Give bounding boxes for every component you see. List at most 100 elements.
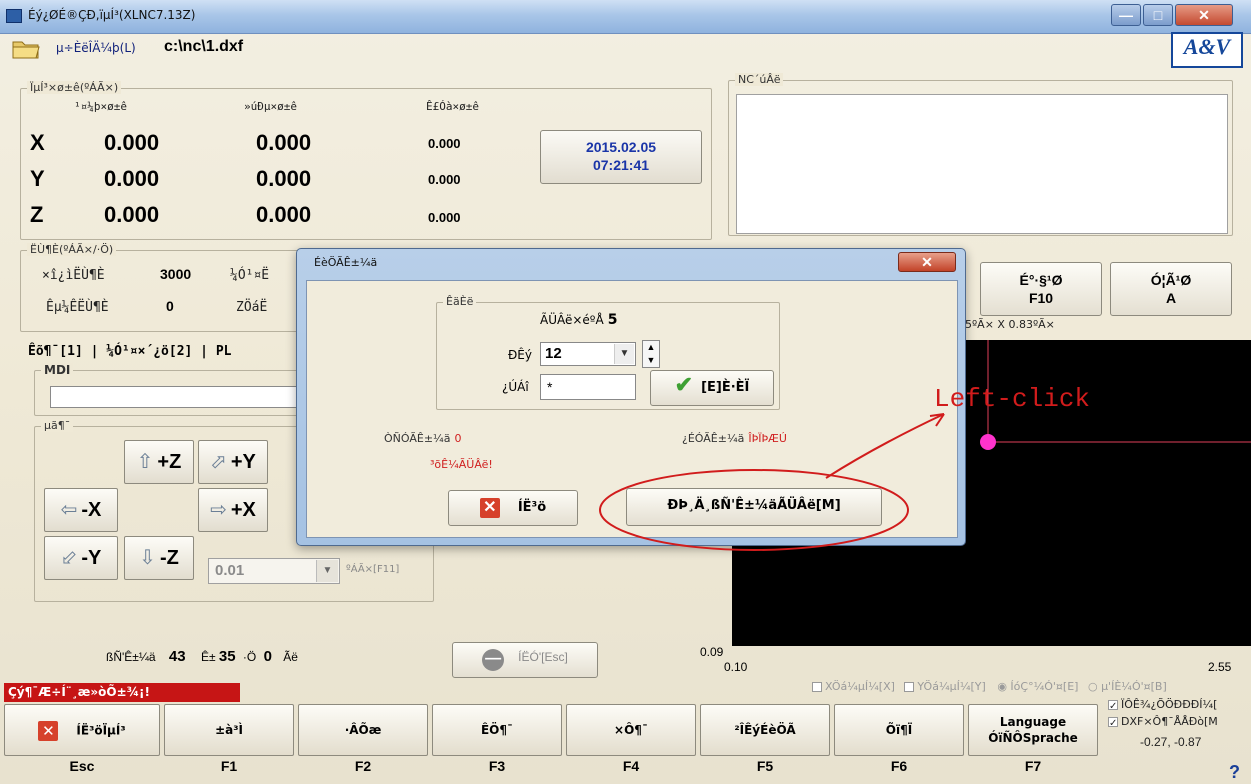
scale-readout: 45ºÃ× X 0.83ºÃ× (958, 318, 1055, 331)
radio-checked-icon[interactable]: ◉ (997, 680, 1007, 693)
open-folder-icon[interactable] (12, 38, 40, 60)
jog-x-plus-button[interactable]: ⇨ +X (198, 488, 268, 532)
coordinates-group-title: ÏµÍ³×ø±ê(ºÁÃ×) (27, 81, 122, 94)
y-remaining-value: 0.000 (428, 172, 461, 187)
arrow-up-icon: ⇧ (136, 451, 154, 473)
jog-step-unit: ºÁÃ×[F11] (346, 564, 400, 575)
dialog-close-button[interactable]: ✕ (898, 252, 956, 272)
jog-x-minus-label: -X (81, 499, 102, 521)
simulate-button[interactable]: ·ÂÕæ (298, 704, 428, 756)
back-button[interactable]: — ÍËÓ'[Esc] (452, 642, 598, 678)
run-time-hours: 43 (168, 648, 186, 665)
jog-y-minus-label: -Y (81, 547, 102, 569)
open-file-button[interactable]: µ÷ÈëÎÄ¼þ(L) (56, 41, 136, 55)
x-work-value: 0.000 (104, 130, 160, 155)
minus-circle-icon: — (482, 649, 505, 671)
axis-label-x: X (30, 130, 45, 155)
work-coord-header: ¹¤¼þ×ø±ê (74, 100, 127, 113)
output-toggle-key: A (1165, 290, 1177, 306)
radio-unchecked-icon[interactable]: ○ (1088, 680, 1098, 693)
z-machine-value: 0.000 (256, 202, 312, 227)
seconds-unit-label: Ãë (283, 650, 298, 664)
language-button[interactable]: Language ÓïÑÔSprache (968, 704, 1098, 756)
axis-min-y-label: 0.09 (700, 645, 724, 659)
spin-up-icon[interactable]: ▲ (643, 341, 659, 354)
minimize-button[interactable]: — (1111, 4, 1141, 26)
dialog-exit-button[interactable]: ✕ ÍË³ö (448, 490, 578, 526)
program-button[interactable]: ±à³Ì (164, 704, 294, 756)
diagnose-button[interactable]: Õï¶Ï (834, 704, 964, 756)
dialog-title: ÉèÖÃÊ±¼ä (314, 256, 378, 269)
mdi-input[interactable] (50, 386, 308, 408)
jog-z-plus-label: +Z (157, 451, 182, 473)
help-icon[interactable]: ? (1229, 762, 1240, 783)
y-view-checkbox[interactable] (904, 682, 915, 692)
x-remaining-value: 0.000 (428, 136, 461, 151)
manual-button[interactable]: ÊÖ¶¯ (432, 704, 562, 756)
jog-x-minus-button[interactable]: ⇦ -X (44, 488, 118, 532)
auto-button[interactable]: ×Ô¶¯ (566, 704, 696, 756)
count-spinner[interactable]: ▲ ▼ (642, 340, 660, 368)
maximize-button[interactable]: □ (1143, 4, 1173, 26)
file-path: c:\nc\1.dxf (164, 38, 244, 55)
jog-y-plus-label: +Y (230, 451, 256, 473)
close-icon: ✕ (38, 720, 59, 741)
arrow-right-icon: ⇨ (210, 499, 227, 521)
used-time-value: 0 (454, 432, 462, 445)
jog-y-plus-button[interactable]: ⬀ +Y (198, 440, 268, 484)
x-view-label: XÖá¼µÍ¼[X] (825, 680, 895, 693)
jog-z-plus-button[interactable]: ⇧ +Z (124, 440, 194, 484)
app-icon (6, 9, 22, 23)
output-toggle-label: Ó¦Ã¹Ø (1150, 272, 1192, 288)
run-time-minutes: 35 (218, 648, 236, 665)
parameter-settings-button[interactable]: ²ÎÊýÉèÖÃ (700, 704, 830, 756)
chevron-down-icon[interactable]: ▼ (614, 344, 634, 364)
window-title: Éý¿ØÉ®ÇÐ,ïµÍ³(XLNC7.13Z) (28, 8, 196, 22)
jog-z-minus-button[interactable]: ⇩ -Z (124, 536, 194, 580)
machine-coord-header: »úÐµ×ø±ê (244, 100, 297, 113)
run-time-label: ßÑ'Ê±¼ä (106, 650, 156, 664)
arrow-diagonal-up-icon: ⬀ (210, 451, 227, 473)
axis-label-y: Y (30, 166, 45, 191)
initial-password-warning: ³õÊ¼ÃÜÂë! (430, 458, 493, 471)
valve-toggle-button[interactable]: É°·§¹Ø F10 (980, 262, 1102, 316)
password-group-label: ÃÜÂë×éºÅ (540, 313, 604, 327)
axis-max-x-label: 2.55 (1208, 660, 1232, 674)
language-label-alt: ÓïÑÔSprache (988, 731, 1078, 745)
fkey-f4-label: F4 (622, 758, 640, 774)
feed-speed-label: ¼Ó¹¤Ë (230, 268, 270, 283)
mode-tabs[interactable]: Êõ¶¯[1] | ¼Ó¹¤×´¿ö[2] | PL (28, 344, 232, 359)
count-label: ÐÊý (508, 348, 532, 362)
jog-z-minus-label: -Z (159, 547, 179, 569)
max-speed-value: 3000 (160, 266, 192, 282)
exit-system-button[interactable]: ✕ ÍË³öÏµÍ³ (4, 704, 160, 756)
output-toggle-button[interactable]: Ó¦Ã¹Ø A (1110, 262, 1232, 316)
highlight-ellipse (599, 469, 909, 551)
show-path-label: ÏÔÊ¾¿ÕÖÐÐÐÍ¼[ (1121, 698, 1218, 711)
close-window-button[interactable]: ✕ (1175, 4, 1233, 26)
run-time-seconds: 0 (263, 648, 272, 665)
password-group-row: ÃÜÂë×éºÅ 5 (540, 312, 617, 328)
datetime-button[interactable]: 2015.02.05 07:21:41 (540, 130, 702, 184)
language-label: Language (999, 715, 1067, 729)
show-path-option[interactable]: ÏÔÊ¾¿ÕÖÐÐÐÍ¼[ (1108, 698, 1217, 711)
dxf-sort-checkbox[interactable] (1108, 717, 1118, 727)
date-text: 2015.02.05 (585, 139, 657, 155)
fkey-f6-label: F6 (890, 758, 908, 774)
dxf-sort-option[interactable]: DXF×Ô¶¯ÅÅÐò[M (1108, 715, 1218, 728)
z-remaining-value: 0.000 (428, 210, 461, 225)
time-text: 07:21:41 (592, 157, 650, 173)
chevron-down-icon[interactable]: ▼ (316, 560, 338, 582)
show-path-checkbox[interactable] (1108, 700, 1118, 710)
max-speed-label: ×î¿ìËÙ¶È (42, 268, 105, 283)
jog-y-minus-button[interactable]: ⬃ -Y (44, 536, 118, 580)
speed-group: ËÙ¶È(ºÁÃ×/·Ö) (20, 243, 320, 332)
spin-down-icon[interactable]: ▼ (643, 354, 659, 367)
arrow-diagonal-down-icon: ⬃ (60, 547, 78, 569)
x-machine-value: 0.000 (256, 130, 312, 155)
remaining-coord-header: Ê£Óà×ø±ê (426, 100, 479, 113)
nc-code-group-title: NC´úÂë (735, 73, 784, 86)
x-view-checkbox[interactable] (812, 682, 822, 692)
nc-code-area[interactable] (736, 94, 1228, 234)
company-logo: A&V (1171, 32, 1243, 68)
